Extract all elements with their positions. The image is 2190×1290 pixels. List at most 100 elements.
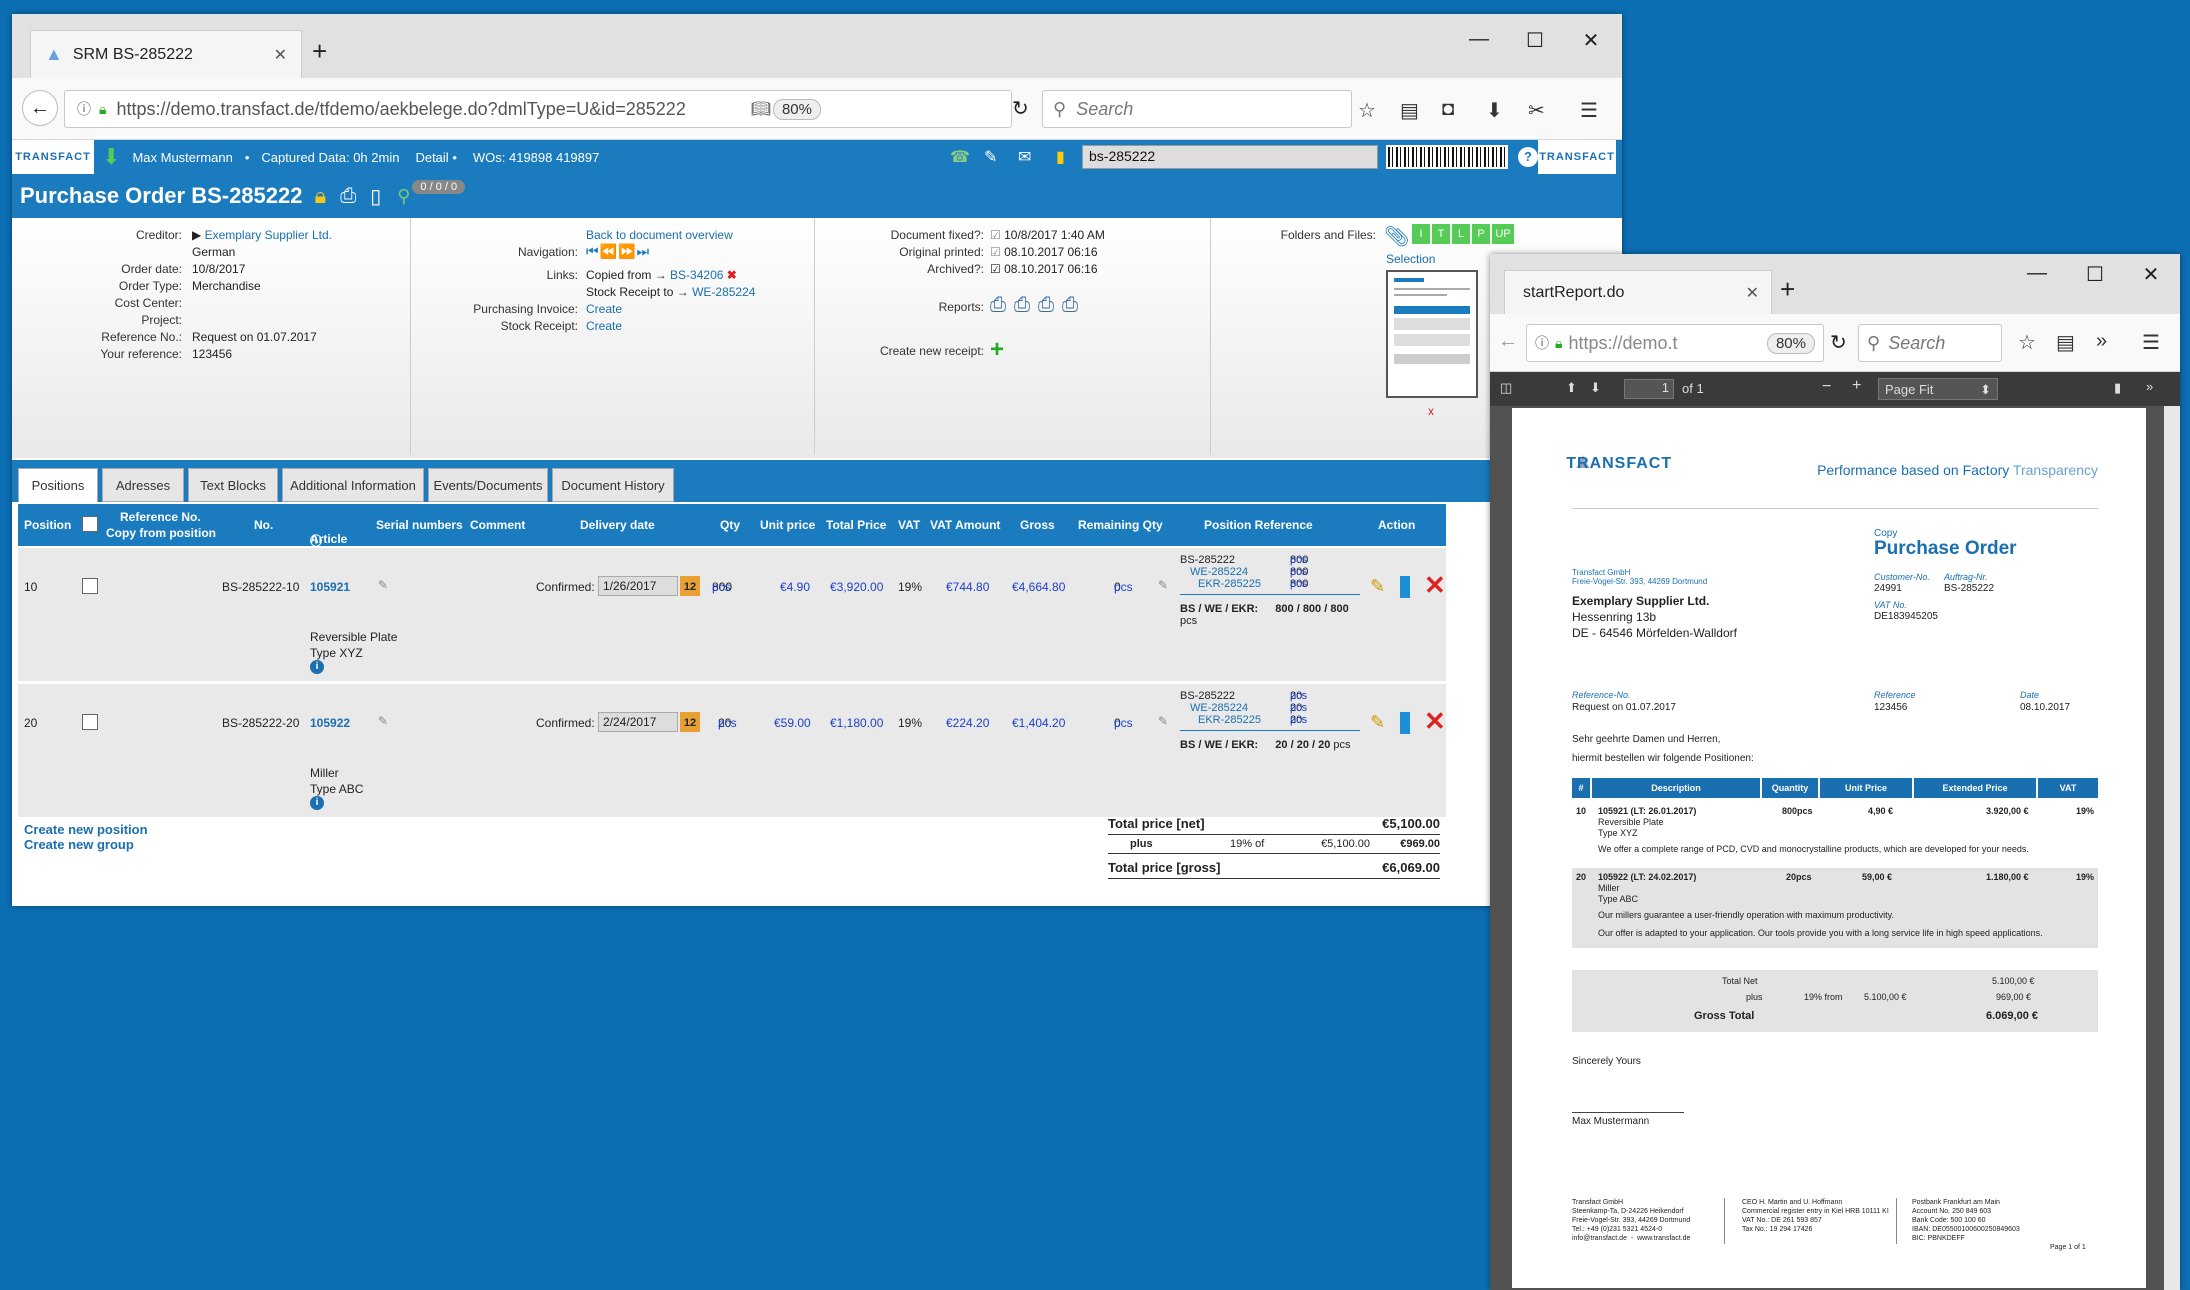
folder-button-l[interactable]: L [1452,224,1470,244]
menu-icon[interactable]: ☰ [2142,330,2160,355]
creditor-value[interactable]: ▶ Exemplary Supplier Ltd. [192,228,332,242]
folder-button-t[interactable]: T [1432,224,1450,244]
remove-link-icon[interactable]: ✖ [727,268,737,282]
delete-row-icon[interactable]: ✕ [1424,706,1446,737]
row-checkbox[interactable] [82,578,98,594]
tab-text-blocks[interactable]: Text Blocks [188,468,278,502]
mail-icon[interactable]: ✉ [1018,147,1031,167]
delivery-date-input[interactable]: 1/26/2017 [598,576,678,596]
zoom-out-icon[interactable]: − [1822,378,1831,396]
row-article[interactable]: 105921 [310,580,350,594]
url-bar[interactable]: ⓘ 🔒︎ https://demo.transfact.de/tfdemo/ae… [64,90,1012,128]
browser-tab[interactable]: startReport.do ✕ [1504,270,1772,314]
report-printers[interactable]: ⎙⎙⎙⎙ [990,294,1086,317]
create-new-position-link[interactable]: Create new position [24,822,148,837]
edit-row-icon[interactable]: ✎ [1370,576,1385,597]
download-arrow-icon[interactable]: ⬇ [102,144,120,170]
menu-icon[interactable]: ☰ [1580,98,1598,123]
magnifier-icon[interactable]: ⚲ [397,186,410,207]
navigation-arrows[interactable]: ⏮⏪⏩⏭ [586,243,650,260]
help-icon[interactable]: ? [1518,147,1538,167]
app-search-input[interactable]: bs-285222 [1082,145,1378,169]
purchasing-invoice-create[interactable]: Create [586,302,622,316]
zoom-level[interactable]: 80% [772,98,821,120]
close-tab-icon[interactable]: ✕ [274,45,287,65]
back-to-overview-link[interactable]: Back to document overview [586,228,733,242]
prev-page-icon[interactable]: ⬆ [1566,380,1577,396]
remaining-edit-icon[interactable]: ✎ [1158,578,1168,592]
edit-row-icon[interactable]: ✎ [1370,712,1385,733]
url-bar[interactable]: ⓘ 🔒︎ https://demo.t 80% [1526,324,1824,362]
mobile-icon[interactable]: ▯ [370,184,381,209]
delivery-date-input[interactable]: 2/24/2017 [598,712,678,732]
next-page-icon[interactable]: ⬇ [1590,380,1601,396]
close-window-icon[interactable]: ✕ [1576,28,1606,53]
ref-ekr-link[interactable]: EKR-285225 [1180,578,1290,590]
copied-from-link[interactable]: BS-34206 [670,268,723,282]
add-receipt-icon[interactable]: + [990,336,1004,364]
delete-row-icon[interactable]: ✕ [1424,570,1446,601]
ref-ekr-link[interactable]: EKR-285225 [1180,714,1290,726]
serial-edit-icon[interactable]: ✎ [378,714,388,728]
tab-adresses[interactable]: Adresses [102,468,184,502]
maximize-icon[interactable]: ☐ [1520,28,1550,53]
calendar-icon[interactable]: 12 [680,712,700,732]
sidebar-toggle-icon[interactable]: ◫ [1500,380,1512,396]
screenshot-icon[interactable]: ✂ [1528,98,1545,123]
info-icon[interactable]: i [310,660,324,674]
select-all-checkbox[interactable] [82,516,98,532]
pocket-icon[interactable]: ◘ [1442,98,1454,121]
calendar-icon[interactable]: 12 [680,576,700,596]
reload-icon[interactable]: ↻ [1830,330,1847,355]
lock-icon[interactable]: 🔒︎ [315,183,327,209]
ref-we-link[interactable]: WE-285224 [1180,702,1290,714]
bookmark-star-icon[interactable]: ☆ [1358,98,1376,123]
clipboard-icon[interactable]: ▤ [2056,330,2075,355]
tab-additional-information[interactable]: Additional Information [282,468,424,502]
phone-icon[interactable]: ☎ [950,147,970,167]
zoom-in-icon[interactable]: + [1852,377,1861,395]
search-box[interactable]: ⚲ Search [1042,90,1352,128]
row-checkbox[interactable] [82,714,98,730]
search-box[interactable]: ⚲ Search [1858,324,2002,362]
new-tab-icon[interactable]: + [312,36,327,67]
split-row-icon[interactable] [1400,576,1410,598]
row-article[interactable]: 105922 [310,716,350,730]
tab-document-history[interactable]: Document History [552,468,674,502]
paperclip-icon[interactable]: 📎︎ [1384,224,1409,249]
info-icon[interactable]: i [310,796,324,810]
back-icon[interactable]: ← [1498,330,1518,353]
scrollbar[interactable] [2164,406,2180,1290]
clipboard-icon[interactable]: ▤ [1400,98,1419,123]
back-icon[interactable]: ← [22,90,58,126]
user-name[interactable]: Max Mustermann [132,150,232,165]
page-number-input[interactable]: 1 [1624,379,1674,399]
minimize-icon[interactable]: — [2022,262,2052,285]
zoom-level[interactable]: 80% [1766,332,1815,354]
download-icon[interactable]: ⬇ [1486,98,1503,123]
minimize-icon[interactable]: — [1464,28,1494,51]
barcode-icon[interactable] [1386,145,1508,169]
reload-icon[interactable]: ↻ [1012,96,1029,121]
maximize-icon[interactable]: ☐ [2080,262,2110,287]
printer-check-icon[interactable]: ⎙ [340,185,356,208]
create-new-group-link[interactable]: Create new group [24,837,134,852]
tab-positions[interactable]: Positions [18,468,98,502]
folder-button-up[interactable]: UP [1492,224,1514,244]
selection-link[interactable]: Selection [1386,252,1435,266]
serial-edit-icon[interactable]: ✎ [378,578,388,592]
folder-button-i[interactable]: I [1412,224,1430,244]
tab-events-documents[interactable]: Events/Documents [428,468,548,502]
stock-receipt-link[interactable]: WE-285224 [692,285,755,299]
detail-link[interactable]: Detail • [415,150,456,165]
document-thumbnail[interactable] [1386,270,1478,398]
close-window-icon[interactable]: ✕ [2136,262,2166,287]
remove-thumbnail[interactable]: x [1428,404,1434,418]
ref-we-link[interactable]: WE-285224 [1180,566,1290,578]
folder-button-p[interactable]: P [1472,224,1490,244]
split-row-icon[interactable] [1400,712,1410,734]
bookmark-star-icon[interactable]: ☆ [2018,330,2036,355]
zoom-select[interactable]: Page Fit ⬍ [1878,378,1998,400]
bookmark-icon[interactable]: ▮ [2114,380,2121,396]
overflow-icon[interactable]: » [2096,330,2107,353]
